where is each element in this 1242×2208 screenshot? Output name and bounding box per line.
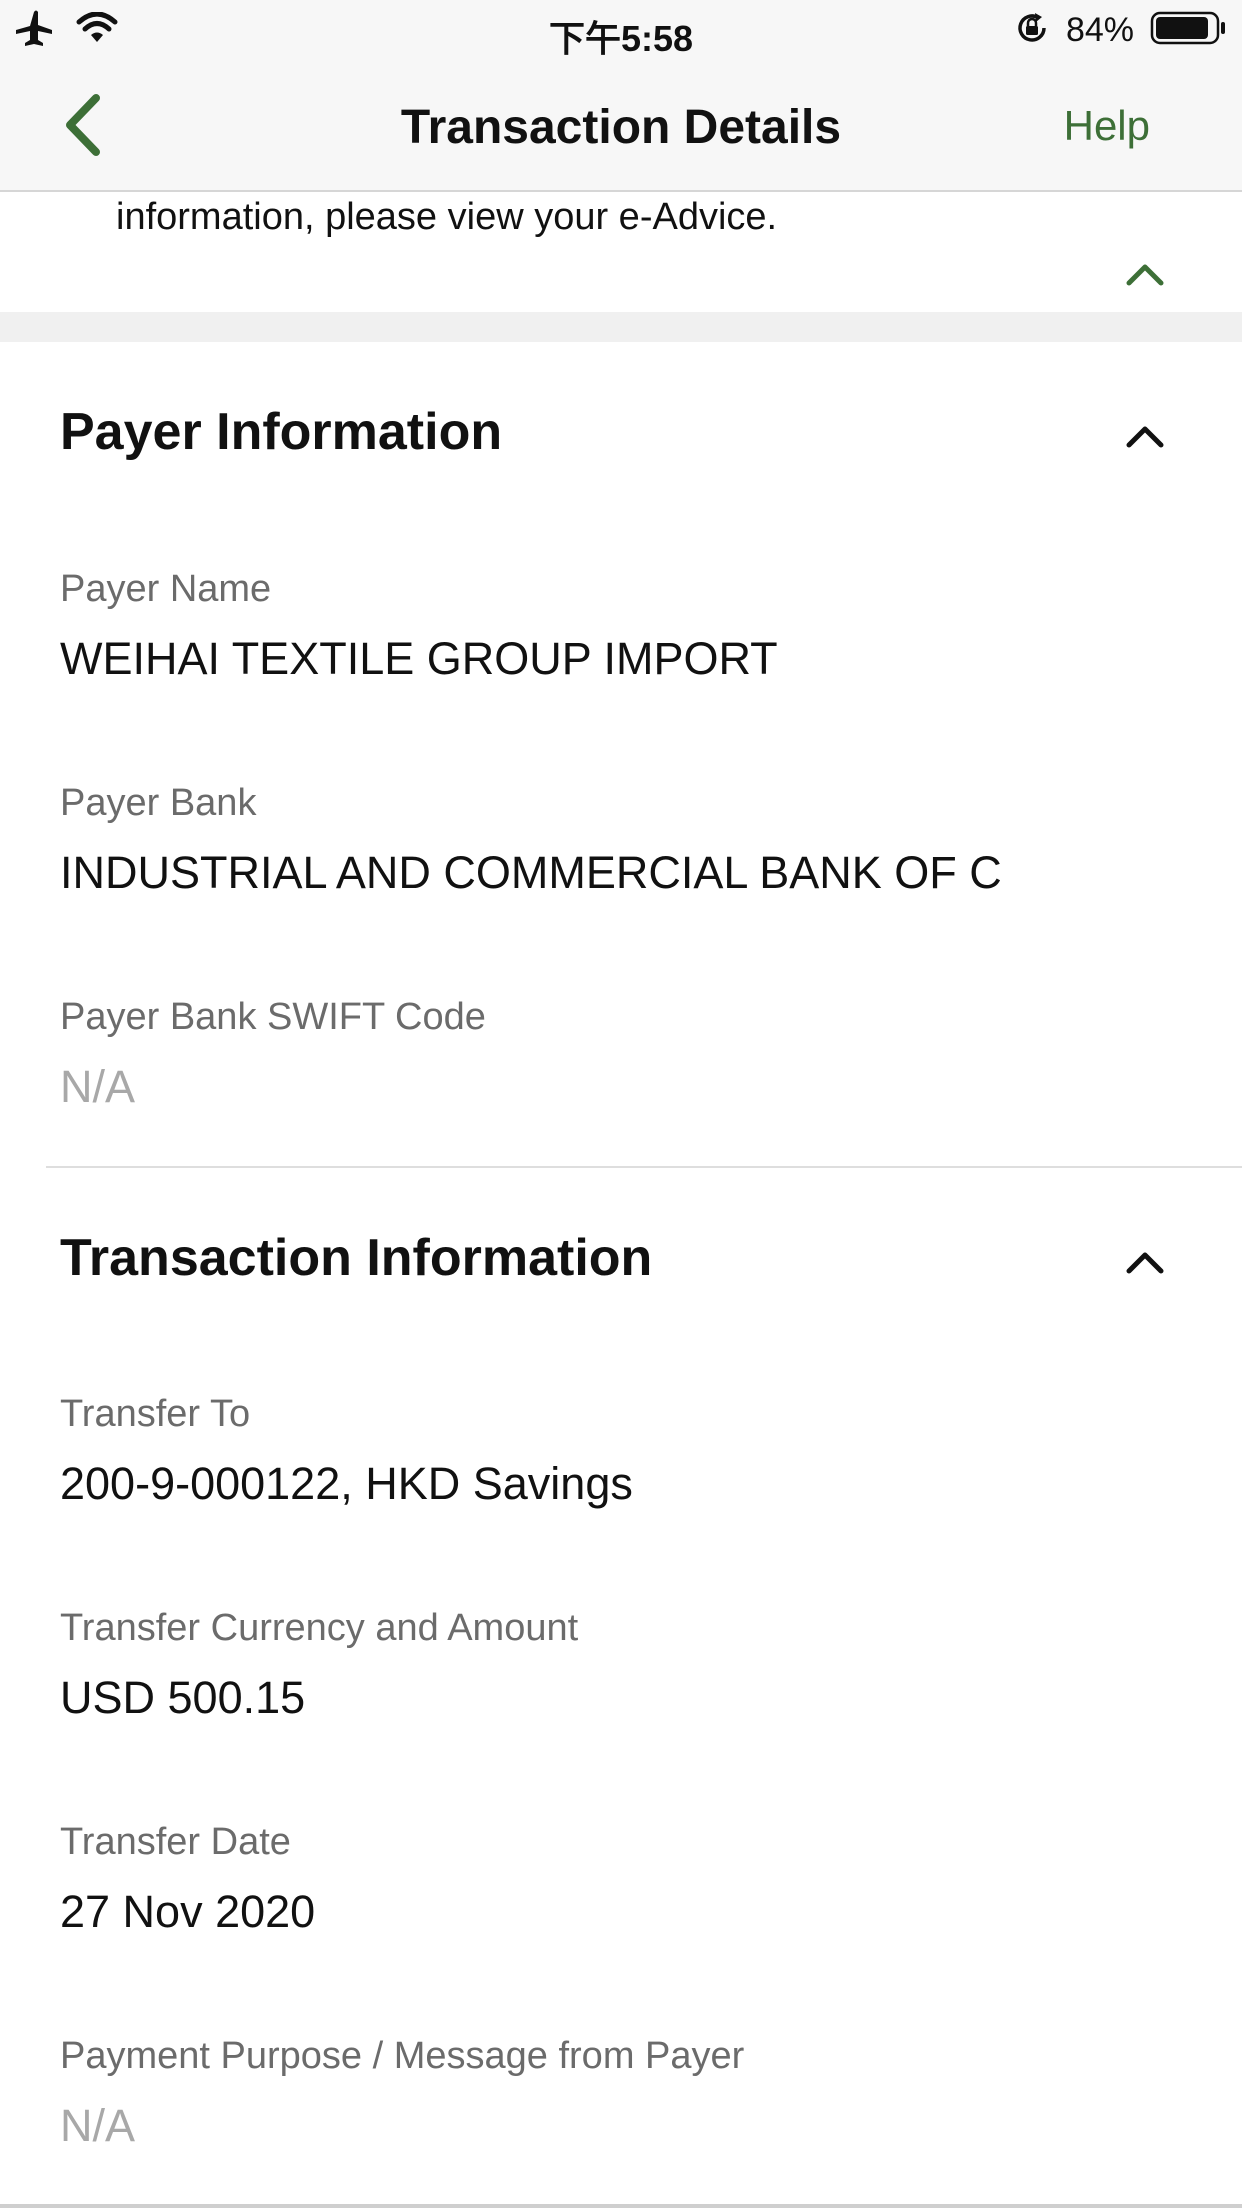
notice-panel: information, please view your e-Advice. xyxy=(0,192,1242,312)
field-label: Payer Name xyxy=(60,568,272,610)
page-title: Transaction Details xyxy=(400,101,842,154)
payment-purpose-field: Payment Purpose / Message from Payer N/A xyxy=(60,2035,1210,2152)
status-bar: 下午5:58 84% xyxy=(0,0,1242,62)
status-right-icons: 84% xyxy=(1014,10,1228,50)
transfer-to-field: Transfer To 200-9-000122, HKD Savings xyxy=(60,1393,1210,1510)
transaction-section-collapse-button[interactable] xyxy=(1120,1244,1170,1284)
notice-collapse-button[interactable] xyxy=(1120,256,1170,296)
payer-section-collapse-button[interactable] xyxy=(1120,418,1170,458)
payer-name-field: Payer Name WEIHAI TEXTILE GROUP IMPORT xyxy=(60,568,1210,685)
transaction-details-screen: 下午5:58 84% Transaction Details Help info… xyxy=(0,0,1242,2208)
chevron-up-icon xyxy=(1125,1249,1165,1280)
battery-icon xyxy=(1150,10,1228,51)
field-value: 27 Nov 2020 xyxy=(60,1886,316,1937)
payer-section-header[interactable]: Payer Information xyxy=(60,402,1182,482)
payer-bank-field: Payer Bank INDUSTRIAL AND COMMERCIAL BAN… xyxy=(60,782,1210,899)
section-separator xyxy=(0,312,1242,342)
payer-bank-swift-field: Payer Bank SWIFT Code N/A xyxy=(60,996,1210,1113)
transfer-amount-field: Transfer Currency and Amount USD 500.15 xyxy=(60,1607,1210,1724)
payer-section-title: Payer Information xyxy=(60,403,503,461)
rotation-lock-icon xyxy=(1014,10,1050,51)
field-value: 200-9-000122, HKD Savings xyxy=(60,1458,633,1509)
nav-bar: Transaction Details Help xyxy=(0,62,1242,192)
transfer-date-field: Transfer Date 27 Nov 2020 xyxy=(60,1821,1210,1938)
field-label: Payer Bank SWIFT Code xyxy=(60,996,486,1038)
field-value: INDUSTRIAL AND COMMERCIAL BANK OF C xyxy=(60,847,1002,898)
help-button[interactable]: Help xyxy=(1064,102,1150,150)
chevron-up-icon xyxy=(1125,261,1165,292)
battery-percent: 84% xyxy=(1065,10,1134,49)
field-value: N/A xyxy=(60,1061,136,1112)
field-label: Payment Purpose / Message from Payer xyxy=(60,2035,745,2077)
section-divider xyxy=(46,1166,1242,1168)
field-value: N/A xyxy=(60,2100,136,2151)
field-label: Transfer To xyxy=(60,1393,251,1435)
bottom-divider xyxy=(0,2204,1242,2208)
field-label: Payer Bank xyxy=(60,782,257,824)
transaction-section-header[interactable]: Transaction Information xyxy=(60,1228,1182,1308)
notice-text: information, please view your e-Advice. xyxy=(116,196,778,238)
chevron-up-icon xyxy=(1125,423,1165,454)
field-label: Transfer Currency and Amount xyxy=(60,1607,579,1649)
transaction-section-title: Transaction Information xyxy=(60,1229,653,1287)
field-label: Transfer Date xyxy=(60,1821,291,1863)
field-value: USD 500.15 xyxy=(60,1672,306,1723)
field-value: WEIHAI TEXTILE GROUP IMPORT xyxy=(60,633,778,684)
